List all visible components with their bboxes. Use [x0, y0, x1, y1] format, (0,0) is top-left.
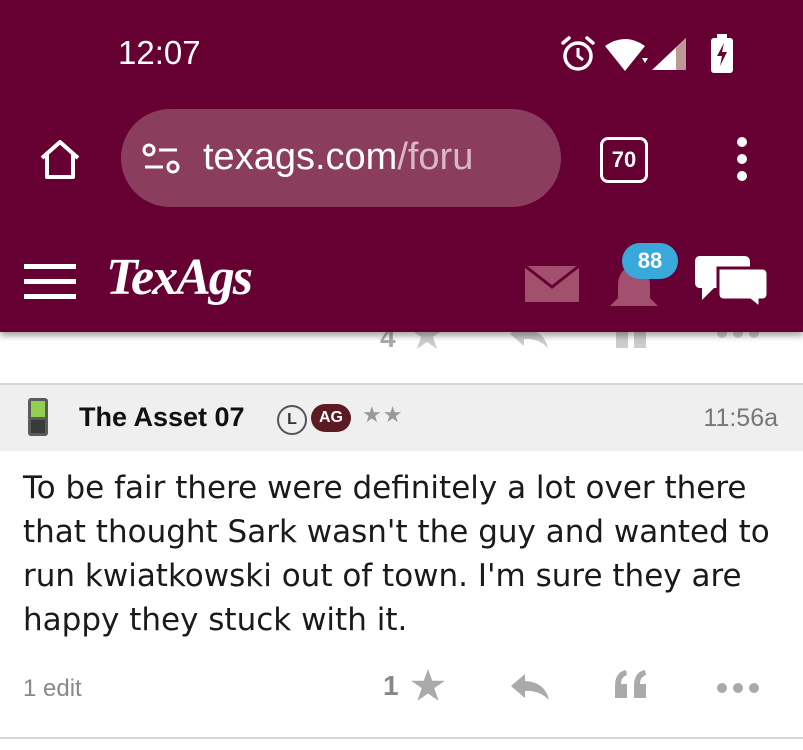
edit-count-link[interactable]: 1 edit [23, 675, 82, 703]
phone-device-icon [28, 398, 48, 436]
status-bar: 12:07 [0, 0, 803, 100]
reply-icon[interactable] [508, 672, 552, 702]
hamburger-menu-icon[interactable] [24, 263, 76, 301]
post-divider [0, 737, 803, 739]
wifi-icon [605, 39, 648, 71]
user-badge-ag: AG [311, 404, 351, 432]
post-body: To be fair there were definitely a lot o… [23, 470, 770, 638]
user-badge-l: L [277, 405, 307, 435]
more-icon[interactable] [716, 681, 760, 695]
url-host: texags.com [203, 136, 398, 178]
chat-icon[interactable] [694, 254, 770, 310]
battery-charging-icon [711, 34, 733, 73]
tab-switcher-button[interactable]: 70 [600, 137, 648, 183]
post-time: 11:56a [703, 404, 778, 432]
clock: 12:07 [118, 34, 201, 71]
post-author[interactable]: The Asset 07 [79, 402, 245, 433]
site-logo[interactable]: TexAgs [106, 248, 253, 307]
signal-icon [652, 38, 686, 70]
address-bar[interactable]: texags.com/foru [121, 109, 561, 207]
site-settings-icon[interactable] [141, 141, 181, 177]
home-icon[interactable] [38, 138, 82, 180]
url-text[interactable]: texags.com/foru [203, 136, 473, 179]
url-path: /foru [397, 136, 474, 178]
star-icon[interactable] [410, 668, 446, 702]
quote-icon[interactable] [612, 668, 652, 702]
post-star-count: 1 [383, 670, 399, 701]
alarm-icon [561, 36, 595, 71]
mail-icon[interactable] [524, 265, 580, 303]
notification-badge[interactable]: 88 [622, 243, 678, 279]
user-rating-stars: ★★ [362, 403, 404, 428]
post-header: The Asset 07 L AG ★★ 11:56a [0, 383, 803, 451]
site-header: TexAgs 88 [0, 220, 803, 332]
menu-icon[interactable] [734, 136, 750, 182]
browser-toolbar: texags.com/foru 70 [0, 100, 803, 220]
